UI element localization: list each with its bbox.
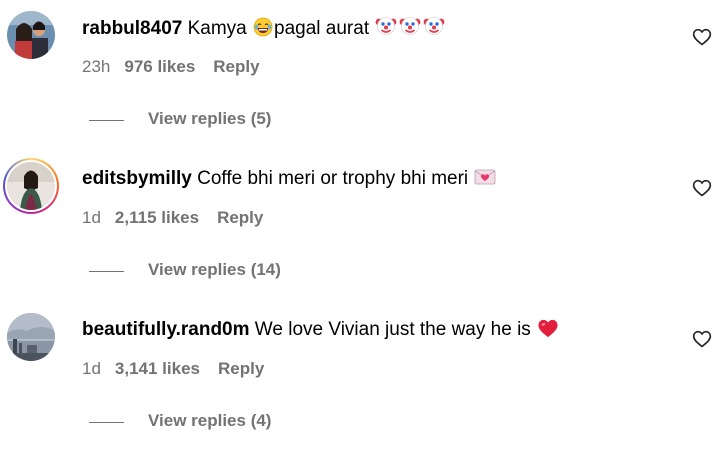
red-heart-emoji [537,318,559,346]
rolling-laughing-emoji [253,17,273,45]
replies-divider [89,422,124,423]
reply-button[interactable]: Reply [213,57,259,76]
replies-divider [89,120,124,121]
reply-button[interactable]: Reply [217,208,263,227]
comment-text: Kamya [187,18,247,39]
comment-text: We love Vivian just the way he is [254,319,531,340]
reply-button[interactable]: Reply [218,359,264,378]
like-heart-icon[interactable] [692,27,712,47]
comment-meta: 23h 976 likes Reply [82,56,260,78]
comment-item: beautifully.rand0m We love Vivian just t… [0,302,724,453]
comment-line: rabbul8407 Kamya pagal aurat [82,15,446,45]
love-letter-emoji [474,167,496,195]
clown-emoji [375,15,397,45]
comment-timestamp: 1d [82,359,101,378]
like-heart-icon[interactable] [692,329,712,349]
user-avatar[interactable] [7,11,55,59]
story-ring[interactable] [3,158,59,214]
comment-username[interactable]: rabbul8407 [82,18,182,39]
clown-emoji [423,15,445,45]
view-replies-button[interactable]: View replies (14) [148,259,281,281]
comment-text: pagal aurat [274,18,370,39]
comment-item: rabbul8407 Kamya pagal aurat 23h 976 like… [0,0,724,151]
comment-username[interactable]: beautifully.rand0m [82,319,250,340]
comment-likes[interactable]: 976 likes [124,57,195,76]
comment-item: editsbymilly Coffe bhi meri or trophy bh… [0,151,724,302]
comment-meta: 1d 2,115 likes Reply [82,207,263,229]
comment-text: Coffe bhi meri or trophy bhi meri [197,168,469,189]
comment-likes[interactable]: 2,115 likes [115,208,199,227]
comment-timestamp: 23h [82,57,111,76]
comment-line: beautifully.rand0m We love Vivian just t… [82,317,560,346]
comment-timestamp: 1d [82,208,101,227]
view-replies-button[interactable]: View replies (5) [148,108,271,130]
user-avatar[interactable] [7,162,55,210]
user-avatar[interactable] [7,313,55,361]
comment-likes[interactable]: 3,141 likes [115,359,200,378]
clown-emoji [399,15,421,45]
comment-username[interactable]: editsbymilly [82,168,192,189]
view-replies-button[interactable]: View replies (4) [148,410,271,432]
comment-meta: 1d 3,141 likes Reply [82,358,264,380]
replies-divider [89,271,124,272]
comment-line: editsbymilly Coffe bhi meri or trophy bh… [82,166,497,195]
like-heart-icon[interactable] [692,178,712,198]
